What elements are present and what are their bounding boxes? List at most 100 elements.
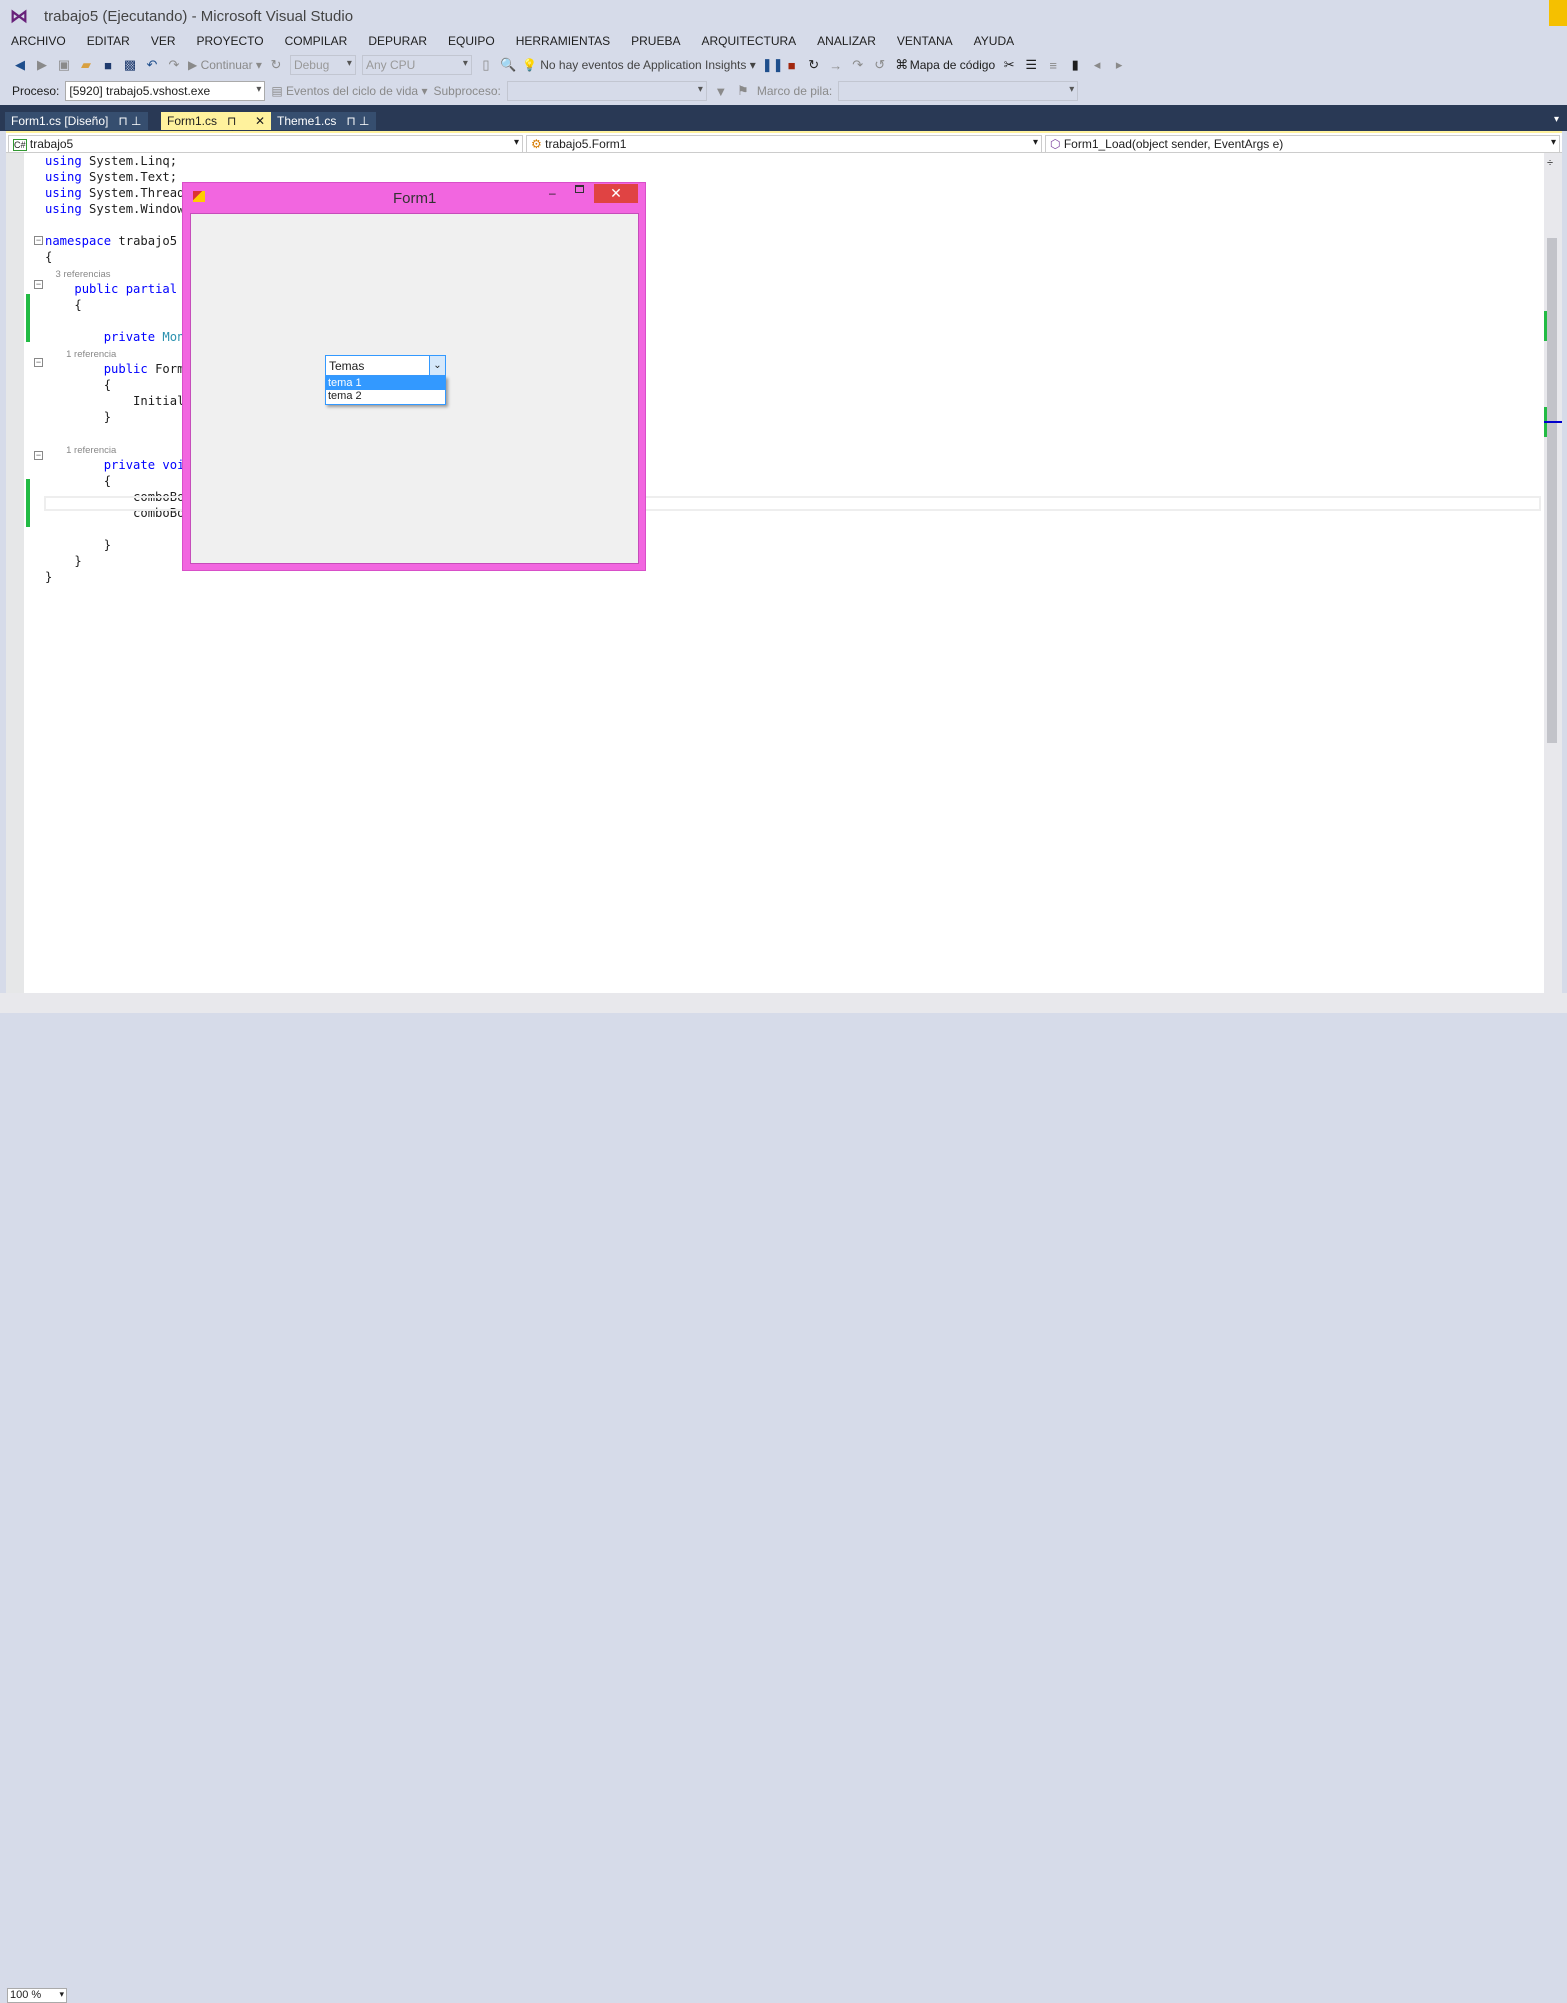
class-select[interactable]: ⚙ trabajo5.Form1: [526, 135, 1042, 153]
thread-select[interactable]: [506, 81, 707, 101]
device-icon[interactable]: ▯: [478, 57, 494, 73]
horizontal-scrollbar[interactable]: 100 % ▾: [0, 993, 1567, 2003]
code-line: {: [45, 377, 111, 393]
member-select[interactable]: ⬡ Form1_Load(object sender, EventArgs e): [1045, 135, 1560, 153]
restart-icon[interactable]: ↻: [268, 57, 284, 73]
process-select[interactable]: [5920] trabajo5.vshost.exe: [65, 81, 266, 101]
option-tema-1[interactable]: tema 1: [326, 377, 445, 390]
pin-icon[interactable]: ⊓ ⊥: [227, 114, 245, 142]
menu-ventana[interactable]: VENTANA: [886, 31, 963, 51]
code-token: }: [45, 410, 112, 424]
redo-icon[interactable]: ↷: [166, 57, 182, 73]
caret-position-marker: [1544, 421, 1562, 423]
filter-icon[interactable]: ▼: [713, 84, 729, 99]
collapse-icon[interactable]: −: [34, 280, 43, 289]
save-all-icon[interactable]: ▩: [122, 57, 138, 73]
restart-debug-icon[interactable]: ↻: [806, 57, 822, 73]
menu-editar[interactable]: EDITAR: [76, 31, 140, 51]
comment-icon[interactable]: ☰: [1023, 57, 1039, 73]
code-line: {: [45, 473, 111, 489]
undo-icon[interactable]: ↶: [144, 57, 160, 73]
pin-icon[interactable]: ⊓ ⊥: [118, 114, 141, 128]
code-line: }: [45, 569, 52, 585]
tab-form1-cs[interactable]: Form1.cs ⊓ ⊥ ✕: [161, 112, 271, 142]
scroll-thumb[interactable]: [1547, 238, 1557, 743]
running-form-window[interactable]: Form1 – ✕ Temas ⌄ tema 1 tema 2: [182, 182, 646, 571]
menu-archivo[interactable]: ARCHIVO: [0, 31, 76, 51]
codelens-references[interactable]: 3 referencias: [45, 269, 111, 280]
codelens-references[interactable]: 1 referencia: [45, 349, 116, 360]
next-bookmark-icon[interactable]: ▸: [1111, 57, 1127, 73]
breakpoints-icon[interactable]: ✂: [1001, 57, 1017, 73]
menu-herramientas[interactable]: HERRAMIENTAS: [505, 31, 620, 51]
code-line: 3 referencias: [45, 265, 111, 281]
thread-label: Subproceso:: [433, 84, 501, 98]
code-token: public partial: [74, 282, 178, 296]
new-project-icon[interactable]: ▣: [56, 57, 72, 73]
minimize-button[interactable]: –: [549, 186, 556, 200]
save-icon[interactable]: ■: [100, 58, 116, 73]
collapse-icon[interactable]: −: [34, 358, 43, 367]
tab-theme1-cs[interactable]: Theme1.cs ⊓ ⊥: [271, 112, 376, 130]
open-file-icon[interactable]: ▰: [78, 57, 94, 73]
bookmark-icon[interactable]: ▮: [1067, 57, 1083, 73]
menu-compilar[interactable]: COMPILAR: [274, 31, 358, 51]
split-icon[interactable]: ÷: [1547, 157, 1553, 169]
codelens-references[interactable]: 1 referencia: [45, 445, 116, 456]
application-insights-button[interactable]: 💡 No hay eventos de Application Insights…: [522, 58, 756, 72]
change-marker: [26, 294, 30, 342]
continue-button[interactable]: ▶ Continuar ▾: [188, 58, 262, 72]
tab-overflow-icon[interactable]: ▾: [1554, 114, 1559, 125]
menu-analizar[interactable]: ANALIZAR: [806, 31, 886, 51]
pin-icon[interactable]: ⊓ ⊥: [346, 114, 369, 128]
vertical-scrollbar[interactable]: ÷: [1544, 153, 1562, 993]
back-icon[interactable]: ◀: [12, 57, 28, 73]
platform-select[interactable]: Any CPU: [361, 55, 472, 75]
menu-depurar[interactable]: DEPURAR: [357, 31, 437, 51]
temas-combobox[interactable]: Temas ⌄: [325, 355, 446, 376]
code-token: private: [103, 458, 156, 472]
stop-icon[interactable]: ■: [784, 58, 800, 73]
notification-flag-icon[interactable]: [1549, 0, 1567, 26]
code-map-button[interactable]: ⌘ Mapa de código: [894, 57, 995, 73]
code-line: using System.Text;: [45, 169, 177, 185]
code-token: namespace: [45, 234, 112, 248]
close-tab-icon[interactable]: ✕: [255, 114, 265, 128]
zoom-value: 100 %: [10, 1989, 42, 2001]
prev-bookmark-icon[interactable]: ◂: [1089, 57, 1105, 73]
menu-arquitectura[interactable]: ARQUITECTURA: [691, 31, 807, 51]
code-token: {: [45, 250, 53, 264]
configuration-select[interactable]: Debug: [289, 55, 356, 75]
indent-icon[interactable]: ≡: [1045, 58, 1061, 73]
find-icon[interactable]: 🔍: [500, 57, 516, 73]
collapse-icon[interactable]: −: [34, 236, 43, 245]
chevron-down-icon[interactable]: ⌄: [429, 356, 445, 375]
forward-icon[interactable]: ▶: [34, 57, 50, 73]
step-over-icon[interactable]: ↷: [850, 57, 866, 73]
step-out-icon[interactable]: ↺: [872, 57, 888, 73]
menu-ayuda[interactable]: AYUDA: [963, 31, 1024, 51]
code-token: trabajo5: [118, 234, 178, 248]
option-tema-2[interactable]: tema 2: [326, 390, 445, 403]
code-token: using: [45, 186, 82, 200]
stack-frame-select[interactable]: [838, 81, 1079, 101]
menu-proyecto[interactable]: PROYECTO: [186, 31, 274, 51]
menu-ver[interactable]: VER: [140, 31, 186, 51]
code-line: public Form1: [45, 361, 192, 377]
step-into-icon[interactable]: →: [828, 58, 844, 73]
lifecycle-events-button[interactable]: ▤ Eventos del ciclo de vida ▾: [271, 84, 427, 98]
menu-equipo[interactable]: EQUIPO: [437, 31, 505, 51]
project-select[interactable]: C# trabajo5: [8, 135, 523, 153]
close-button[interactable]: ✕: [594, 184, 638, 203]
collapse-icon[interactable]: −: [34, 451, 43, 460]
flag-threads-icon[interactable]: ⚑: [735, 83, 751, 99]
pause-icon[interactable]: ❚❚: [762, 57, 784, 73]
menu-prueba[interactable]: PRUEBA: [620, 31, 690, 51]
zoom-select[interactable]: 100 % ▾: [7, 1988, 67, 2003]
code-line: }: [45, 553, 81, 569]
continue-label: Continuar: [200, 58, 253, 72]
tab-form1-design[interactable]: Form1.cs [Diseño] ⊓ ⊥: [5, 112, 148, 130]
maximize-button[interactable]: [575, 185, 584, 193]
